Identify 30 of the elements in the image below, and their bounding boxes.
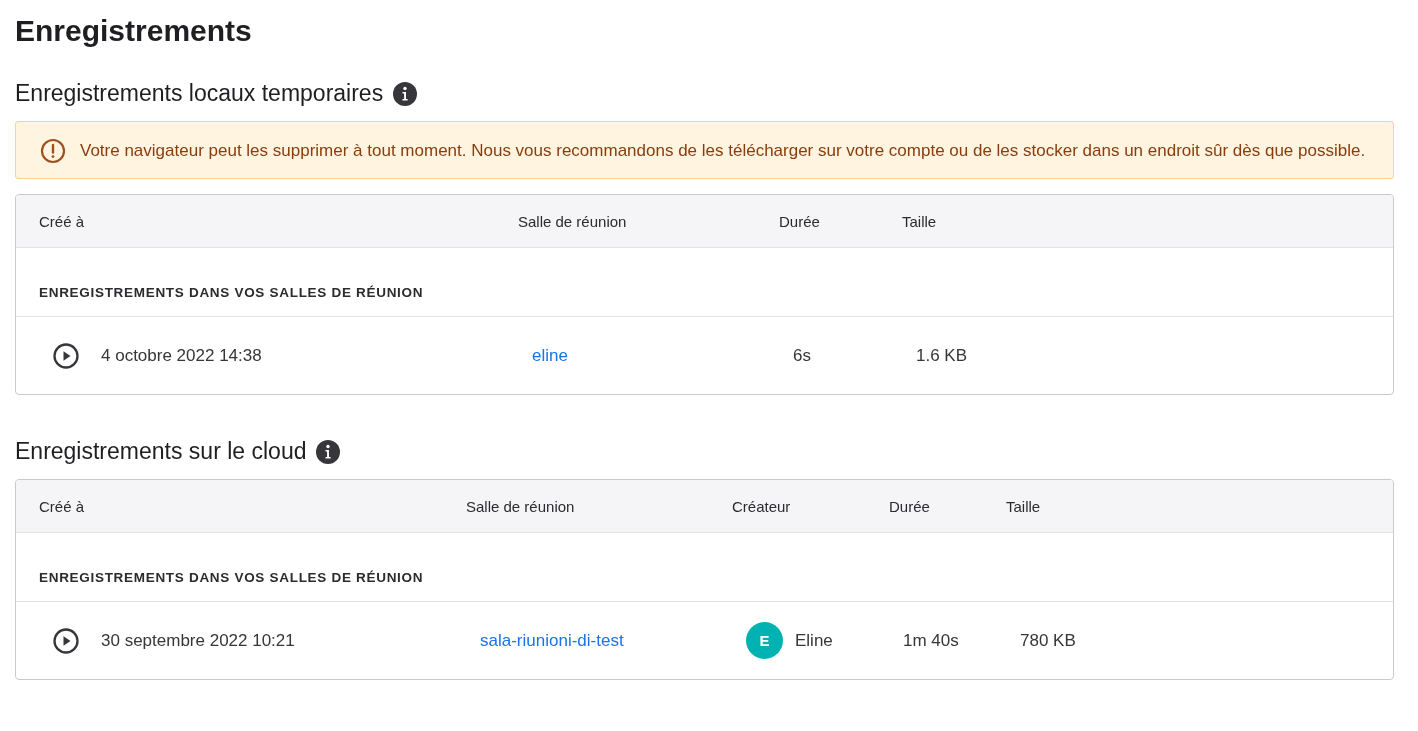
section-heading: Enregistrements sur le cloud [15, 438, 307, 465]
room-link[interactable]: eline [532, 345, 568, 366]
warning-text: Votre navigateur peut les supprimer à tout moment. Nous vous recommandons de les télécharger sur votre compte ou de les stocker dans un endroit sûr dès que possible. [80, 140, 1366, 162]
created-date: 30 septembre 2022 10:21 [101, 630, 295, 651]
table-cell: 1m 40s [903, 630, 959, 651]
info-icon[interactable] [316, 439, 341, 464]
page-title: Enregistrements [15, 13, 253, 49]
table-cell: 1.6 KB [916, 345, 968, 366]
exclamation-icon [40, 138, 66, 164]
table-cell: 6s [793, 345, 811, 366]
column-header: Taille [1006, 497, 1042, 515]
column-header: Durée [889, 497, 931, 515]
play-icon[interactable] [53, 627, 79, 654]
info-icon[interactable] [393, 81, 418, 106]
column-header: Salle de réunion [518, 212, 628, 230]
play-icon[interactable] [53, 342, 79, 369]
avatar: E [746, 622, 783, 659]
column-header: Créateur [732, 497, 792, 515]
group-label: ENREGISTREMENTS DANS VOS SALLES DE RÉUNION [39, 284, 424, 300]
room-link[interactable]: sala-riunioni-di-test [480, 630, 624, 651]
section-heading: Enregistrements locaux temporaires [15, 80, 384, 107]
group-label: ENREGISTREMENTS DANS VOS SALLES DE RÉUNION [39, 569, 424, 585]
creator-name: Eline [795, 630, 833, 651]
column-header: Taille [902, 212, 938, 230]
table-cell: 780 KB [1020, 630, 1076, 651]
column-header: Créé à [39, 497, 86, 515]
column-header: Durée [779, 212, 821, 230]
column-header: Créé à [39, 212, 86, 230]
created-date: 4 octobre 2022 14:38 [101, 345, 262, 366]
column-header: Salle de réunion [466, 497, 576, 515]
